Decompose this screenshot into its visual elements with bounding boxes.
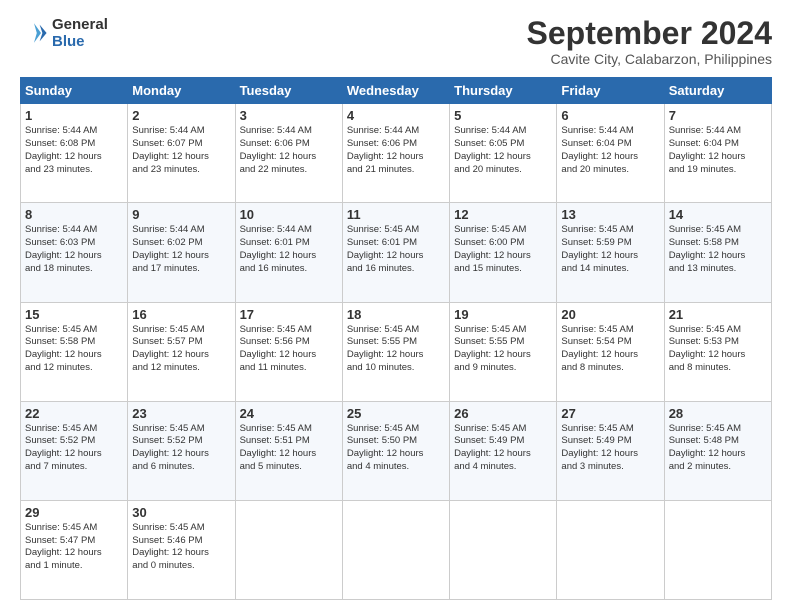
table-row — [342, 500, 449, 599]
table-row: 7Sunrise: 5:44 AMSunset: 6:04 PMDaylight… — [664, 104, 771, 203]
table-row: 17Sunrise: 5:45 AMSunset: 5:56 PMDayligh… — [235, 302, 342, 401]
table-row: 11Sunrise: 5:45 AMSunset: 6:01 PMDayligh… — [342, 203, 449, 302]
table-row: 30Sunrise: 5:45 AMSunset: 5:46 PMDayligh… — [128, 500, 235, 599]
table-row: 15Sunrise: 5:45 AMSunset: 5:58 PMDayligh… — [21, 302, 128, 401]
calendar-table: Sunday Monday Tuesday Wednesday Thursday… — [20, 77, 772, 600]
calendar-week-2: 8Sunrise: 5:44 AMSunset: 6:03 PMDaylight… — [21, 203, 772, 302]
logo-text: General Blue — [52, 16, 108, 50]
table-row: 6Sunrise: 5:44 AMSunset: 6:04 PMDaylight… — [557, 104, 664, 203]
table-row — [557, 500, 664, 599]
table-row: 14Sunrise: 5:45 AMSunset: 5:58 PMDayligh… — [664, 203, 771, 302]
table-row: 20Sunrise: 5:45 AMSunset: 5:54 PMDayligh… — [557, 302, 664, 401]
table-row: 19Sunrise: 5:45 AMSunset: 5:55 PMDayligh… — [450, 302, 557, 401]
table-row: 21Sunrise: 5:45 AMSunset: 5:53 PMDayligh… — [664, 302, 771, 401]
table-row: 25Sunrise: 5:45 AMSunset: 5:50 PMDayligh… — [342, 401, 449, 500]
table-row: 22Sunrise: 5:45 AMSunset: 5:52 PMDayligh… — [21, 401, 128, 500]
calendar-week-5: 29Sunrise: 5:45 AMSunset: 5:47 PMDayligh… — [21, 500, 772, 599]
table-row: 2Sunrise: 5:44 AMSunset: 6:07 PMDaylight… — [128, 104, 235, 203]
calendar-week-1: 1Sunrise: 5:44 AMSunset: 6:08 PMDaylight… — [21, 104, 772, 203]
table-row: 16Sunrise: 5:45 AMSunset: 5:57 PMDayligh… — [128, 302, 235, 401]
col-monday: Monday — [128, 78, 235, 104]
header: General Blue September 2024 Cavite City,… — [20, 16, 772, 67]
calendar-week-3: 15Sunrise: 5:45 AMSunset: 5:58 PMDayligh… — [21, 302, 772, 401]
table-row: 29Sunrise: 5:45 AMSunset: 5:47 PMDayligh… — [21, 500, 128, 599]
page: General Blue September 2024 Cavite City,… — [0, 0, 792, 612]
calendar-header-row: Sunday Monday Tuesday Wednesday Thursday… — [21, 78, 772, 104]
col-sunday: Sunday — [21, 78, 128, 104]
table-row: 10Sunrise: 5:44 AMSunset: 6:01 PMDayligh… — [235, 203, 342, 302]
col-tuesday: Tuesday — [235, 78, 342, 104]
table-row: 27Sunrise: 5:45 AMSunset: 5:49 PMDayligh… — [557, 401, 664, 500]
col-friday: Friday — [557, 78, 664, 104]
col-wednesday: Wednesday — [342, 78, 449, 104]
table-row: 13Sunrise: 5:45 AMSunset: 5:59 PMDayligh… — [557, 203, 664, 302]
table-row: 18Sunrise: 5:45 AMSunset: 5:55 PMDayligh… — [342, 302, 449, 401]
table-row — [450, 500, 557, 599]
table-row: 28Sunrise: 5:45 AMSunset: 5:48 PMDayligh… — [664, 401, 771, 500]
table-row — [664, 500, 771, 599]
table-row: 12Sunrise: 5:45 AMSunset: 6:00 PMDayligh… — [450, 203, 557, 302]
table-row — [235, 500, 342, 599]
table-row: 26Sunrise: 5:45 AMSunset: 5:49 PMDayligh… — [450, 401, 557, 500]
logo-icon — [20, 19, 48, 47]
table-row: 23Sunrise: 5:45 AMSunset: 5:52 PMDayligh… — [128, 401, 235, 500]
table-row: 8Sunrise: 5:44 AMSunset: 6:03 PMDaylight… — [21, 203, 128, 302]
col-saturday: Saturday — [664, 78, 771, 104]
table-row: 1Sunrise: 5:44 AMSunset: 6:08 PMDaylight… — [21, 104, 128, 203]
table-row: 24Sunrise: 5:45 AMSunset: 5:51 PMDayligh… — [235, 401, 342, 500]
table-row: 5Sunrise: 5:44 AMSunset: 6:05 PMDaylight… — [450, 104, 557, 203]
month-title: September 2024 — [527, 16, 772, 51]
table-row: 4Sunrise: 5:44 AMSunset: 6:06 PMDaylight… — [342, 104, 449, 203]
col-thursday: Thursday — [450, 78, 557, 104]
table-row: 9Sunrise: 5:44 AMSunset: 6:02 PMDaylight… — [128, 203, 235, 302]
table-row: 3Sunrise: 5:44 AMSunset: 6:06 PMDaylight… — [235, 104, 342, 203]
location: Cavite City, Calabarzon, Philippines — [527, 51, 772, 67]
logo: General Blue — [20, 16, 108, 50]
title-area: September 2024 Cavite City, Calabarzon, … — [527, 16, 772, 67]
calendar-week-4: 22Sunrise: 5:45 AMSunset: 5:52 PMDayligh… — [21, 401, 772, 500]
